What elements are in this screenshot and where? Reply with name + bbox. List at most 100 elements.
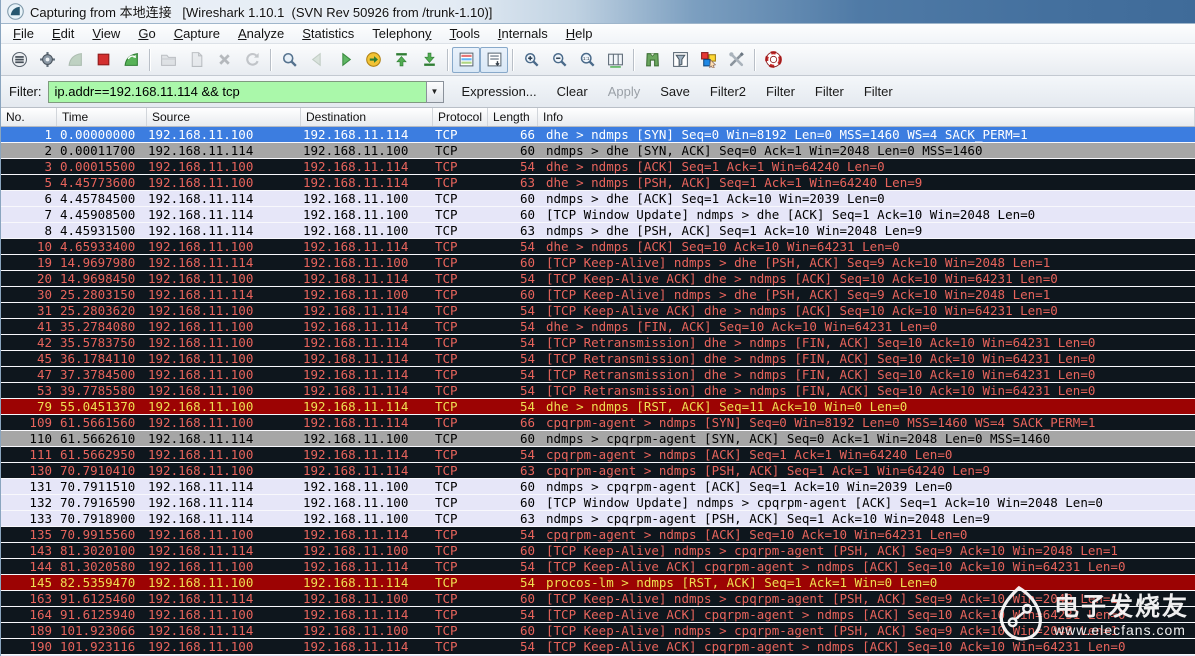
cell-info: ndmps > dhe [SYN, ACK] Seq=0 Ack=1 Win=2… — [546, 143, 983, 158]
menu-analyze[interactable]: Analyze — [229, 25, 293, 42]
packet-row-163[interactable]: 163 91.6125460 192.168.11.114 192.168.11.10… — [1, 591, 1195, 607]
coloring-rules-icon — [700, 52, 716, 68]
column-header-info[interactable]: Info — [538, 108, 1195, 126]
filter-filter2-button[interactable]: Filter2 — [700, 81, 756, 102]
packet-row-7[interactable]: 7 4.45908500 192.168.11.114 192.168.11.100 T… — [1, 207, 1195, 223]
find-button[interactable] — [275, 47, 303, 73]
packet-row-47[interactable]: 47 37.3784500 192.168.11.100 192.168.11.114… — [1, 367, 1195, 383]
column-header-source[interactable]: Source — [147, 108, 301, 126]
menu-telephony[interactable]: Telephony — [363, 25, 440, 42]
preferences-button[interactable] — [722, 47, 750, 73]
packet-row-19[interactable]: 19 14.9697980 192.168.11.114 192.168.11.100… — [1, 255, 1195, 271]
column-header-protocol[interactable]: Protocol — [433, 108, 488, 126]
packet-row-110[interactable]: 110 61.5662610 192.168.11.114 192.168.11.10… — [1, 431, 1195, 447]
filter-apply-button[interactable]: Apply — [598, 81, 651, 102]
column-header-destination[interactable]: Destination — [301, 108, 433, 126]
column-header-time[interactable]: Time — [57, 108, 147, 126]
packet-row-190[interactable]: 190 101.923116 192.168.11.100 192.168.11.11… — [1, 639, 1195, 655]
capture-restart-button[interactable] — [117, 47, 145, 73]
colorize-button[interactable] — [452, 46, 480, 73]
filter-filter-button[interactable]: Filter — [756, 81, 805, 102]
packet-row-189[interactable]: 189 101.923066 192.168.11.114 192.168.11.10… — [1, 623, 1195, 639]
cell-dst: 192.168.11.114 — [303, 127, 409, 142]
capture-stop-button[interactable] — [89, 47, 117, 73]
menu-go[interactable]: Go — [129, 25, 164, 42]
filter-expression-button[interactable]: Expression... — [452, 81, 547, 102]
packet-row-3[interactable]: 3 0.00015500 192.168.11.100 192.168.11.114 T… — [1, 159, 1195, 175]
file-open-button[interactable] — [154, 47, 182, 73]
packet-row-131[interactable]: 131 70.7911510 192.168.11.114 192.168.11.10… — [1, 479, 1195, 495]
go-bottom-button[interactable] — [415, 47, 443, 73]
packet-row-8[interactable]: 8 4.45931500 192.168.11.114 192.168.11.100 T… — [1, 223, 1195, 239]
packet-row-135[interactable]: 135 70.9915560 192.168.11.100 192.168.11.11… — [1, 527, 1195, 543]
packet-row-30[interactable]: 30 25.2803150 192.168.11.114 192.168.11.100… — [1, 287, 1195, 303]
resize-columns-button[interactable] — [601, 47, 629, 73]
packet-row-111[interactable]: 111 61.5662950 192.168.11.100 192.168.11.11… — [1, 447, 1195, 463]
packet-row-164[interactable]: 164 91.6125940 192.168.11.100 192.168.11.11… — [1, 607, 1195, 623]
capture-options-button[interactable] — [33, 47, 61, 73]
packet-row-6[interactable]: 6 4.45784500 192.168.11.114 192.168.11.100 T… — [1, 191, 1195, 207]
menu-internals[interactable]: Internals — [489, 25, 557, 42]
help-button[interactable] — [759, 47, 787, 73]
menu-file[interactable]: File — [4, 25, 43, 42]
packet-row-79[interactable]: 79 55.0451370 192.168.11.100 192.168.11.114… — [1, 399, 1195, 415]
zoom-out-button[interactable] — [545, 47, 573, 73]
cell-proto: TCP — [435, 159, 458, 174]
list-interfaces-icon — [11, 51, 27, 68]
packet-row-20[interactable]: 20 14.9698450 192.168.11.100 192.168.11.114… — [1, 271, 1195, 287]
go-forward-button[interactable] — [331, 47, 359, 73]
filter-dropdown-button[interactable]: ▼ — [425, 80, 444, 103]
menu-help[interactable]: Help — [557, 25, 602, 42]
autoscroll-button[interactable] — [480, 46, 508, 73]
packet-row-10[interactable]: 10 4.65933400 192.168.11.100 192.168.11.114… — [1, 239, 1195, 255]
menu-view[interactable]: View — [83, 25, 129, 42]
cell-no: 130 — [29, 463, 52, 478]
packet-row-145[interactable]: 145 82.5359470 192.168.11.100 192.168.11.11… — [1, 575, 1195, 591]
packet-row-42[interactable]: 42 35.5783750 192.168.11.100 192.168.11.114… — [1, 335, 1195, 351]
packet-row-130[interactable]: 130 70.7910410 192.168.11.100 192.168.11.11… — [1, 463, 1195, 479]
packet-row-31[interactable]: 31 25.2803620 192.168.11.100 192.168.11.114… — [1, 303, 1195, 319]
column-header-no[interactable]: No. — [1, 108, 57, 126]
file-close-button[interactable] — [210, 47, 238, 73]
capture-start-button[interactable] — [61, 47, 89, 73]
packet-row-109[interactable]: 109 61.5661560 192.168.11.100 192.168.11.11… — [1, 415, 1195, 431]
cell-len: 60 — [519, 591, 535, 606]
packet-row-144[interactable]: 144 81.3020580 192.168.11.100 192.168.11.11… — [1, 559, 1195, 575]
filter-clear-button[interactable]: Clear — [547, 81, 598, 102]
go-back-button[interactable] — [303, 47, 331, 73]
filter-filter-button[interactable]: Filter — [854, 81, 903, 102]
filter-filter-button[interactable]: Filter — [805, 81, 854, 102]
packet-row-53[interactable]: 53 39.7785580 192.168.11.100 192.168.11.114… — [1, 383, 1195, 399]
packet-row-41[interactable]: 41 35.2784080 192.168.11.100 192.168.11.114… — [1, 319, 1195, 335]
go-to-packet-button[interactable] — [359, 47, 387, 73]
packet-row-1[interactable]: 1 0.00000000 192.168.11.100 192.168.11.114 T… — [1, 127, 1195, 143]
go-top-button[interactable] — [387, 47, 415, 73]
coloring-rules-button[interactable] — [694, 47, 722, 73]
menu-statistics[interactable]: Statistics — [293, 25, 363, 42]
zoom-in-button[interactable] — [517, 47, 545, 73]
filter-save-button[interactable]: Save — [650, 81, 700, 102]
packet-row-133[interactable]: 133 70.7918900 192.168.11.114 192.168.11.10… — [1, 511, 1195, 527]
cell-no: 30 — [36, 287, 52, 302]
display-filter-button[interactable] — [666, 47, 694, 73]
cell-time: 91.6125460 — [60, 591, 136, 606]
list-interfaces-button[interactable] — [5, 47, 33, 73]
cell-no: 3 — [44, 159, 52, 174]
zoom-actual-button[interactable]: 1:1 — [573, 47, 601, 73]
packet-row-2[interactable]: 2 0.00011700 192.168.11.114 192.168.11.100 T… — [1, 143, 1195, 159]
capture-filter-button[interactable] — [638, 47, 666, 73]
packet-row-5[interactable]: 5 4.45773600 192.168.11.100 192.168.11.114 T… — [1, 175, 1195, 191]
menu-capture[interactable]: Capture — [165, 25, 229, 42]
packet-row-143[interactable]: 143 81.3020100 192.168.11.114 192.168.11.10… — [1, 543, 1195, 559]
packet-row-45[interactable]: 45 36.1784110 192.168.11.100 192.168.11.114… — [1, 351, 1195, 367]
packet-row-132[interactable]: 132 70.7916590 192.168.11.114 192.168.11.10… — [1, 495, 1195, 511]
display-filter-input[interactable] — [47, 80, 426, 103]
reload-button[interactable] — [238, 47, 266, 73]
cell-no: 8 — [44, 223, 52, 238]
menu-edit[interactable]: Edit — [43, 25, 83, 42]
column-header-length[interactable]: Length — [488, 108, 538, 126]
go-to-packet-icon — [365, 52, 381, 67]
menu-tools[interactable]: Tools — [441, 25, 489, 42]
cell-no: 53 — [36, 383, 52, 398]
file-save-button[interactable] — [182, 47, 210, 73]
